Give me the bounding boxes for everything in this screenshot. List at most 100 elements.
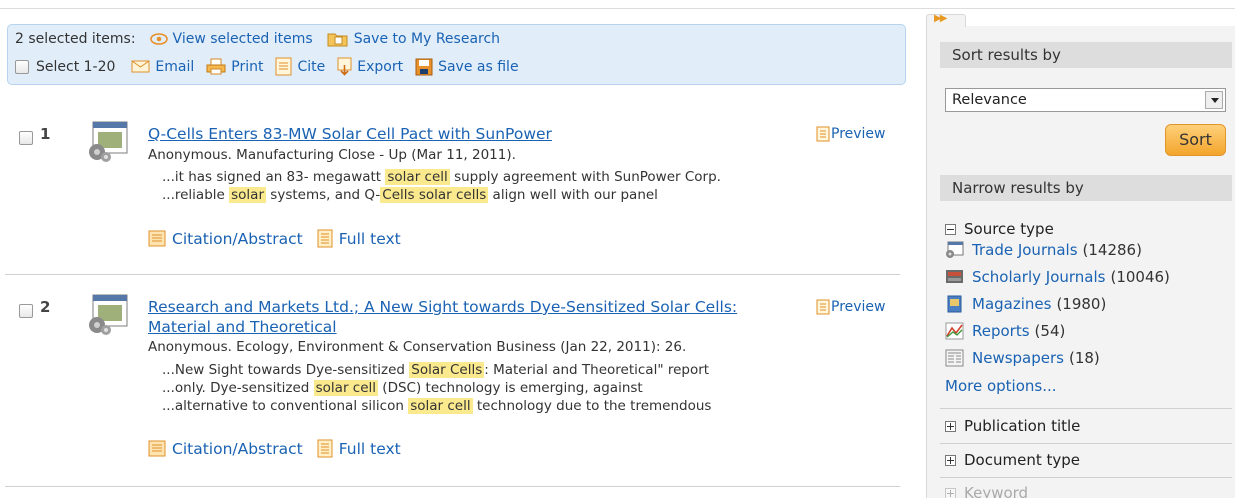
save-file-link[interactable]: Save as file [415, 58, 519, 76]
facet-count: (54) [1034, 322, 1066, 340]
snippet-highlight: solar [229, 187, 266, 203]
full-text-icon [317, 439, 333, 458]
expand-plus-icon [945, 420, 956, 432]
print-label: Print [231, 58, 264, 75]
save-research-link[interactable]: Save to My Research [327, 31, 500, 47]
snippet-highlight: solar cell [385, 169, 450, 185]
preview-link[interactable]: Preview [816, 126, 886, 142]
citation-icon [148, 440, 166, 457]
snippet-line: ...alternative to conventional silicon s… [162, 397, 711, 415]
email-link[interactable]: Email [131, 59, 194, 75]
facet-divider [940, 408, 1232, 409]
trade-journal-doc-icon [89, 121, 128, 162]
facet-reports[interactable]: Reports (54) [945, 322, 1065, 340]
export-icon [337, 57, 352, 76]
title-line: Research and Markets Ltd.; A New Sight t… [148, 298, 738, 316]
snippet-text: (DSC) technology is emerging, against [378, 380, 643, 396]
facet-count: (10046) [1110, 268, 1170, 286]
source-type-toggle[interactable]: Source type [945, 220, 1054, 238]
snippet-text: ...only. Dye-sensitized [162, 380, 314, 396]
expand-plus-icon [945, 454, 956, 466]
full-text-link[interactable]: Full text [317, 439, 401, 458]
facet-label: Reports [972, 322, 1030, 340]
citation-label: Citation/Abstract [172, 229, 303, 248]
save-file-label: Save as file [438, 58, 519, 75]
snippet-text: systems, and Q- [266, 187, 381, 203]
title-line: Material and Theoretical [148, 318, 337, 336]
result-checkbox[interactable] [19, 304, 33, 318]
preview-link[interactable]: Preview [816, 299, 886, 315]
source-type-title: Source type [964, 220, 1054, 238]
snippet-line: ...only. Dye-sensitized solar cell (DSC)… [162, 379, 711, 397]
preview-label: Preview [831, 126, 886, 142]
full-text-icon [317, 229, 333, 248]
sidebar-collapse-tab[interactable]: ▶▶ [926, 13, 966, 27]
facet-newspapers[interactable]: Newspapers (18) [945, 349, 1100, 367]
selected-count-label: 2 selected items: [15, 31, 136, 47]
facet-label: Trade Journals [972, 241, 1078, 259]
email-label: Email [155, 58, 195, 75]
result-title-link[interactable]: Research and Markets Ltd.; A New Sight t… [148, 297, 737, 337]
keyword-label: Keyword [964, 484, 1029, 498]
result-number: 1 [40, 125, 51, 143]
result-number: 2 [40, 298, 51, 316]
result-divider [5, 486, 900, 487]
facet-scholarly-journals[interactable]: Scholarly Journals (10046) [945, 268, 1170, 286]
save-research-label: Save to My Research [353, 31, 501, 47]
sort-select-value: Relevance [952, 92, 1027, 108]
citation-abstract-link[interactable]: Citation/Abstract [148, 440, 303, 458]
folder-icon [327, 33, 348, 47]
result-checkbox[interactable] [19, 131, 33, 145]
select-range-label: Select 1-20 [36, 58, 116, 75]
facet-divider [940, 477, 1232, 478]
email-icon [131, 60, 150, 73]
snippet-highlight: solar cell [408, 398, 473, 414]
document-type-toggle[interactable]: Document type [945, 451, 1080, 469]
citation-abstract-link[interactable]: Citation/Abstract [148, 230, 303, 248]
publication-title-toggle[interactable]: Publication title [945, 417, 1080, 435]
save-file-icon [415, 58, 433, 75]
snippet-text: technology due to the tremendous [472, 398, 712, 414]
document-type-label: Document type [964, 451, 1080, 469]
snippet-text: : Material and Theoretical" report [484, 362, 710, 378]
snippet-text: ...reliable [162, 187, 230, 203]
view-selected-label: View selected items [172, 31, 313, 47]
keyword-toggle[interactable]: Keyword [945, 484, 1028, 498]
snippet-text: ...New Sight towards Dye-sensitized [162, 362, 410, 378]
export-link[interactable]: Export [337, 57, 403, 76]
facet-label: Newspapers [972, 349, 1064, 367]
snippet-line: ...reliable solar systems, and Q- Cells s… [162, 186, 721, 204]
sort-select[interactable]: Relevance [945, 88, 1226, 112]
full-text-label: Full text [338, 229, 401, 248]
preview-label: Preview [831, 299, 886, 315]
snippet-line: ...it has signed an 83- megawatt solar c… [162, 168, 721, 186]
publication-title-label: Publication title [964, 417, 1081, 435]
result-snippet: ...it has signed an 83- megawatt solar c… [162, 168, 721, 204]
more-options-link[interactable]: More options... [945, 377, 1057, 395]
result-meta: Anonymous. Ecology, Environment & Conser… [148, 339, 687, 355]
full-text-label: Full text [338, 439, 401, 458]
report-icon [945, 322, 964, 340]
snippet-line: ...New Sight towards Dye-sensitized Sola… [162, 361, 711, 379]
snippet-text: ...it has signed an 83- megawatt [162, 169, 386, 185]
facet-magazines[interactable]: Magazines (1980) [945, 295, 1106, 313]
facet-trade-journals[interactable]: Trade Journals (14286) [945, 241, 1142, 259]
full-text-link[interactable]: Full text [317, 229, 401, 248]
selection-toolbar: 2 selected items: View selected items Sa… [7, 24, 906, 85]
print-link[interactable]: Print [206, 58, 263, 75]
view-selected-link[interactable]: View selected items [149, 31, 313, 47]
scholarly-journal-icon [946, 270, 963, 283]
result-title-link[interactable]: Q-Cells Enters 83-MW Solar Cell Pact wit… [148, 124, 552, 144]
export-label: Export [357, 58, 404, 75]
top-divider [0, 8, 1235, 9]
citation-label: Citation/Abstract [172, 439, 303, 458]
magazine-icon [947, 295, 962, 313]
dropdown-arrow-icon [1205, 91, 1223, 109]
snippet-text: align well with our panel [488, 187, 658, 203]
cite-link[interactable]: Cite [275, 57, 325, 76]
snippet-highlight: Solar Cells [409, 362, 485, 378]
snippet-text: ...alternative to conventional silicon [162, 398, 409, 414]
select-range-checkbox[interactable] [15, 59, 29, 74]
facet-count: (18) [1068, 349, 1100, 367]
sort-button[interactable]: Sort [1165, 124, 1226, 156]
